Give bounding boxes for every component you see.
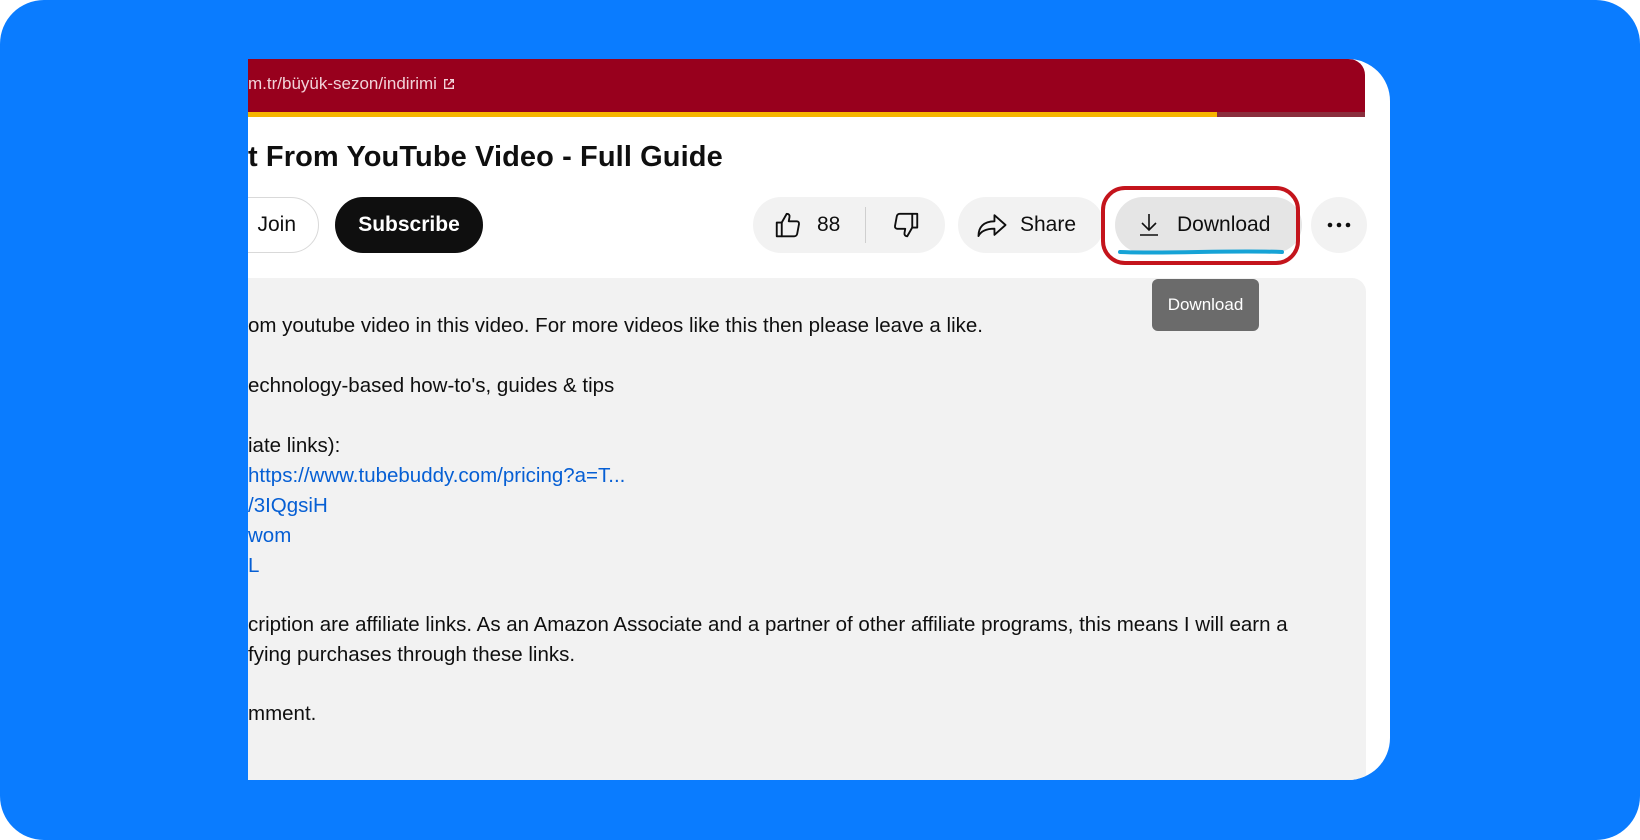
subscribe-label: Subscribe <box>358 213 460 236</box>
more-horizontal-icon <box>1326 221 1352 229</box>
subscribe-button[interactable]: Subscribe <box>335 197 483 253</box>
dislike-button[interactable] <box>866 197 945 253</box>
download-tooltip: Download <box>1152 279 1259 331</box>
description-link[interactable]: L <box>248 554 259 578</box>
description-line: echnology-based how-to's, guides & tips <box>248 374 615 397</box>
page-frame: m.tr/büyük-sezon/indirimi t From YouTube… <box>0 0 1640 840</box>
description-line: cription are affiliate links. As an Amaz… <box>248 613 1288 636</box>
youtube-screenshot: m.tr/büyük-sezon/indirimi t From YouTube… <box>248 59 1390 780</box>
description-link[interactable]: wom <box>248 524 291 548</box>
banner-progress-remainder <box>1217 112 1365 117</box>
thumbs-up-icon <box>773 210 803 240</box>
video-description[interactable]: om youtube video in this video. For more… <box>248 278 1366 780</box>
share-icon <box>976 210 1008 240</box>
share-button[interactable]: Share <box>958 197 1104 253</box>
banner-progress-stripe <box>248 112 1217 117</box>
description-line: om youtube video in this video. For more… <box>248 314 983 337</box>
banner-link[interactable]: m.tr/büyük-sezon/indirimi <box>248 74 456 94</box>
description-link[interactable]: /3IQgsiH <box>248 494 328 518</box>
share-label: Share <box>1020 213 1077 236</box>
banner-link-text[interactable]: m.tr/büyük-sezon/indirimi <box>248 74 437 94</box>
external-link-icon <box>442 77 456 91</box>
description-line: iate links): <box>248 434 341 457</box>
join-label: Join <box>257 213 296 236</box>
like-count: 88 <box>817 213 841 236</box>
description-line: mment. <box>248 702 317 725</box>
like-button[interactable]: 88 <box>753 197 865 253</box>
tooltip-text: Download <box>1167 295 1244 314</box>
more-actions-button[interactable] <box>1311 197 1367 253</box>
description-link[interactable]: https://www.tubebuddy.com/pricing?a=T... <box>248 464 625 488</box>
join-button[interactable]: Join <box>248 197 319 253</box>
download-underline-annotation <box>1118 249 1284 255</box>
like-dislike-group: 88 <box>753 197 945 253</box>
promo-banner[interactable]: m.tr/büyük-sezon/indirimi <box>248 59 1365 117</box>
thumbs-down-icon <box>891 210 921 240</box>
description-line: fying purchases through these links. <box>248 643 576 666</box>
video-title: t From YouTube Video - Full Guide <box>248 141 723 173</box>
